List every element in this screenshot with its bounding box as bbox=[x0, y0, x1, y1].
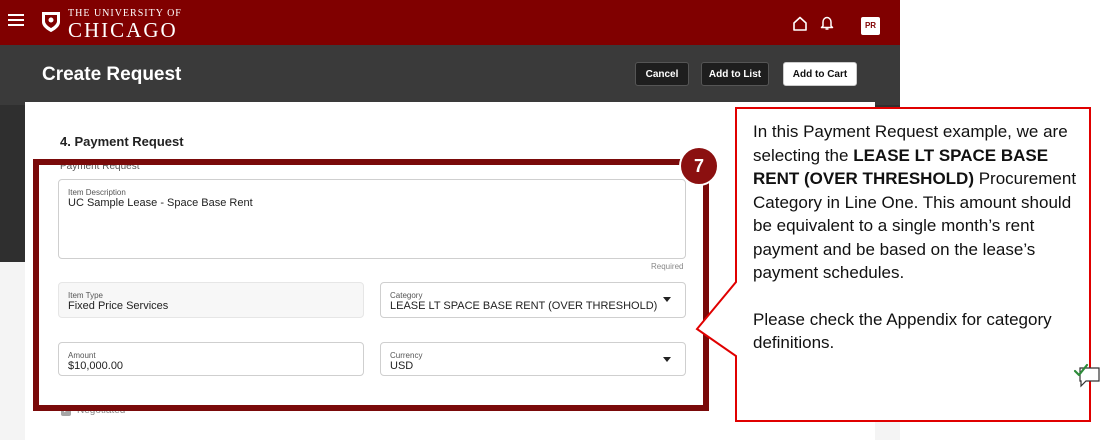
comment-icon[interactable] bbox=[1072, 362, 1102, 388]
callout-text-appendix: Please check the Appendix for category d… bbox=[753, 309, 1052, 353]
callout-text: In this Payment Request example, we are … bbox=[753, 120, 1083, 355]
